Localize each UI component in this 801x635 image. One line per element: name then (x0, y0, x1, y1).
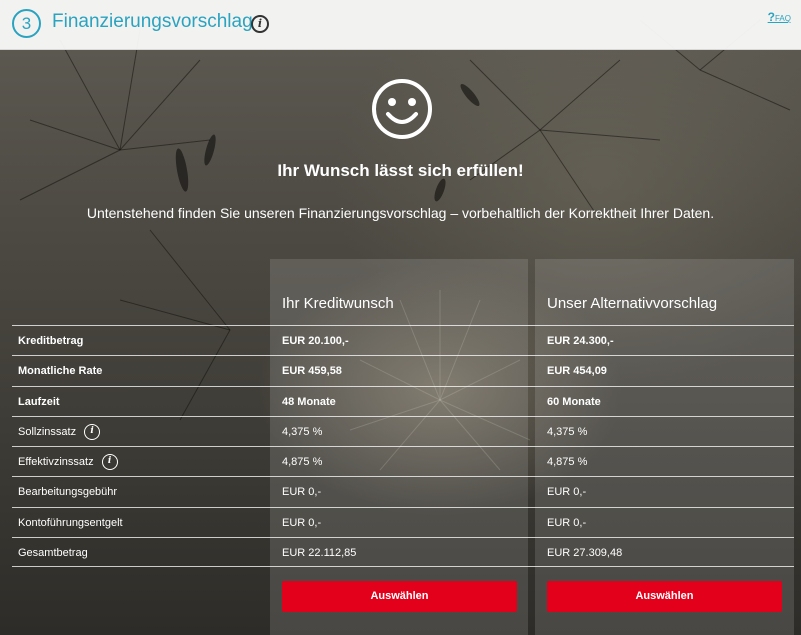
row-label: Monatliche Rate (18, 365, 103, 378)
row-label: Bearbeitungsgebühr (18, 486, 118, 499)
faq-question-icon: ? (767, 10, 775, 24)
row-value-alternative: EUR 0,- (547, 516, 587, 529)
row-value-alternative: 60 Monate (547, 395, 601, 408)
row-value-alternative: EUR 24.300,- (547, 335, 614, 347)
table-row-laufzeit: Laufzeit 48 Monate 60 Monate (12, 385, 794, 416)
page-title: Finanzierungsvorschlag (52, 11, 253, 32)
row-value-credit-request: EUR 0,- (282, 486, 322, 499)
table-row-effektivzinssatz: Effektivzinssatz i 4,875 % 4,875 % (12, 446, 794, 476)
table-row-bearbeitungsgebuehr: Bearbeitungsgebühr EUR 0,- EUR 0,- (12, 476, 794, 506)
row-value-credit-request: EUR 20.100,- (282, 335, 349, 347)
select-alternative-button[interactable]: Auswählen (547, 581, 782, 612)
column-title-credit-request: Ihr Kreditwunsch (282, 295, 394, 312)
row-label: Sollzinssatz (18, 425, 77, 438)
result-description: Untenstehend finden Sie unseren Finanzie… (86, 205, 715, 221)
row-value-credit-request: EUR 459,58 (282, 365, 342, 378)
table-row-monatliche-rate: Monatliche Rate EUR 459,58 EUR 454,09 (12, 355, 794, 385)
row-label: Effektivzinssatz (18, 456, 94, 469)
row-value-alternative: 4,875 % (547, 456, 588, 469)
info-icon[interactable]: i (251, 15, 269, 33)
row-value-alternative: 4,375 % (547, 425, 588, 438)
row-label-with-info: Effektivzinssatz i (18, 447, 118, 477)
row-value-credit-request: EUR 0,- (282, 516, 322, 529)
select-credit-request-button[interactable]: Auswählen (282, 581, 517, 612)
row-label: Kontoführungsentgelt (18, 516, 123, 529)
row-value-alternative: EUR 0,- (547, 486, 587, 499)
faq-label: FAQ (774, 14, 791, 23)
row-value-credit-request: 4,375 % (282, 425, 323, 438)
result-headline: Ihr Wunsch lässt sich erfüllen! (277, 161, 524, 180)
row-value-alternative: EUR 454,09 (547, 365, 607, 378)
table-row-kreditbetrag: Kreditbetrag EUR 20.100,- EUR 24.300,- (12, 325, 794, 355)
column-title-alternative: Unser Alternativvorschlag (547, 295, 718, 312)
table-row-gesamtbetrag: Gesamtbetrag EUR 22.112,85 EUR 27.309,48 (12, 537, 794, 568)
row-label: Kreditbetrag (18, 335, 84, 347)
comparison-table: Kreditbetrag EUR 20.100,- EUR 24.300,- M… (12, 325, 794, 568)
info-icon[interactable]: i (84, 423, 101, 440)
step-header: 3 Finanzierungsvorschlag i ?FAQ (0, 0, 801, 50)
row-value-credit-request: EUR 22.112,85 (282, 547, 357, 560)
faq-link[interactable]: ?FAQ (768, 10, 791, 24)
row-value-alternative: EUR 27.309,48 (547, 547, 623, 560)
row-label: Gesamtbetrag (18, 547, 88, 560)
row-value-credit-request: 48 Monate (282, 395, 336, 408)
info-icon[interactable]: i (101, 454, 118, 471)
table-row-sollzinssatz: Sollzinssatz i 4,375 % 4,375 % (12, 415, 794, 447)
row-value-credit-request: 4,875 % (282, 456, 323, 469)
table-row-kontofuehrungsentgelt: Kontoführungsentgelt EUR 0,- EUR 0,- (12, 506, 794, 537)
row-label-with-info: Sollzinssatz i (18, 417, 101, 447)
step-number-badge: 3 (12, 9, 41, 38)
row-label: Laufzeit (18, 395, 60, 408)
smiley-icon (372, 79, 432, 139)
